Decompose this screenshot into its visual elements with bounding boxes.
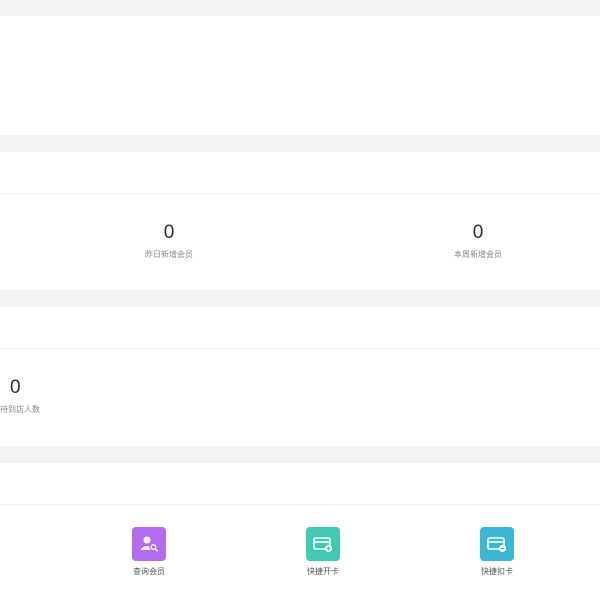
stat-week-new-members: 0 本周新增会员 [398,222,558,260]
new-members-card: 0 昨日新增会员 0 本周新增会员 [0,152,600,290]
quick-deduct-card-button[interactable]: 快捷扣卡 [457,527,537,577]
quick-open-card-button[interactable]: 快捷开卡 [283,527,363,577]
stat-value: 0 [10,377,21,398]
stat-label: 待到店人数 [0,405,40,414]
stat-yesterday-new-members: 0 昨日新增会员 [89,222,249,260]
stat-pending-visitors: 0 待到店人数 [0,377,40,415]
stat-label: 本周新增会员 [454,250,502,259]
stat-value: 0 [472,222,484,243]
card-divider [0,193,600,194]
visits-card: 0 待到店人数 [0,307,600,446]
stat-value: 0 [163,222,175,243]
query-member-button[interactable]: 查询会员 [109,527,189,577]
action-label: 快捷扣卡 [481,567,513,576]
card-divider [0,504,600,505]
overview-card [0,16,600,135]
open-card-icon [306,527,340,561]
action-label: 查询会员 [133,567,165,576]
stat-label: 昨日新增会员 [145,250,193,259]
quick-actions-card: 查询会员 快捷开卡 快捷扣卡 [0,463,600,600]
member-search-icon [132,527,166,561]
action-label: 快捷开卡 [307,567,339,576]
deduct-card-icon [480,527,514,561]
card-divider [0,348,600,349]
